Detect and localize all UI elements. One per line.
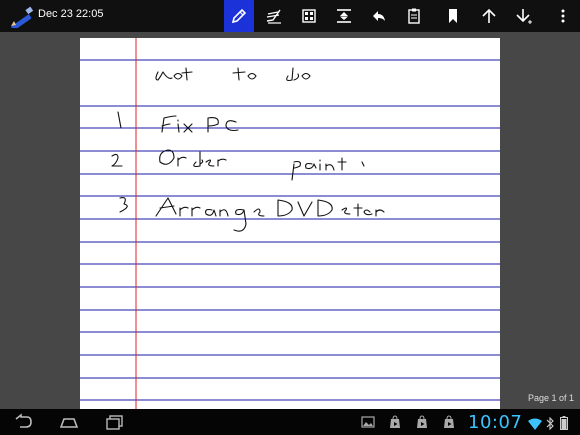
gallery-icon[interactable] [361,415,375,429]
grid-icon [302,9,316,23]
insert-space-icon [337,9,351,23]
play-store-icon[interactable] [415,415,429,429]
bookmark-button[interactable] [438,0,468,32]
wifi-icon [528,418,542,430]
clipboard-button[interactable] [399,0,429,32]
undo-icon [373,11,385,21]
ruled-paper [80,38,500,410]
system-bar: 10:07 [0,409,580,435]
overflow-menu-icon [561,9,565,23]
back-icon [15,413,32,428]
handwritten-ink [111,67,385,232]
action-bar: Dec 23 22:05 [0,0,580,32]
play-store-icon[interactable] [388,415,402,429]
paper-rules [80,59,500,401]
eraser-icon [266,9,281,24]
home-icon [59,418,79,428]
home-button[interactable] [52,412,86,432]
clipboard-icon [408,8,420,24]
pen-tool-button[interactable] [224,0,254,32]
grid-view-button[interactable] [294,0,324,32]
previous-page-button[interactable] [474,0,504,32]
eraser-tool-button[interactable] [259,0,289,32]
status-clock[interactable]: 10:07 [468,412,522,433]
insert-space-button[interactable] [329,0,359,32]
bookmark-icon [449,9,457,23]
next-page-button[interactable] [509,0,539,32]
overflow-menu-button[interactable] [548,0,578,32]
back-button[interactable] [6,412,40,432]
pen-icon [231,8,247,24]
recent-apps-button[interactable] [98,412,132,432]
notebook-page[interactable] [80,38,500,410]
app-logo-pencil-icon[interactable] [8,4,34,28]
battery-icon [560,416,568,430]
recent-apps-icon [106,415,123,430]
play-store-icon[interactable] [442,415,456,429]
page-title: Dec 23 22:05 [38,8,104,20]
arrow-up-icon [482,8,496,23]
undo-button[interactable] [364,0,394,32]
arrow-down-add-icon [516,9,532,24]
bluetooth-icon [546,417,554,430]
page-indicator: Page 1 of 1 [527,393,574,403]
